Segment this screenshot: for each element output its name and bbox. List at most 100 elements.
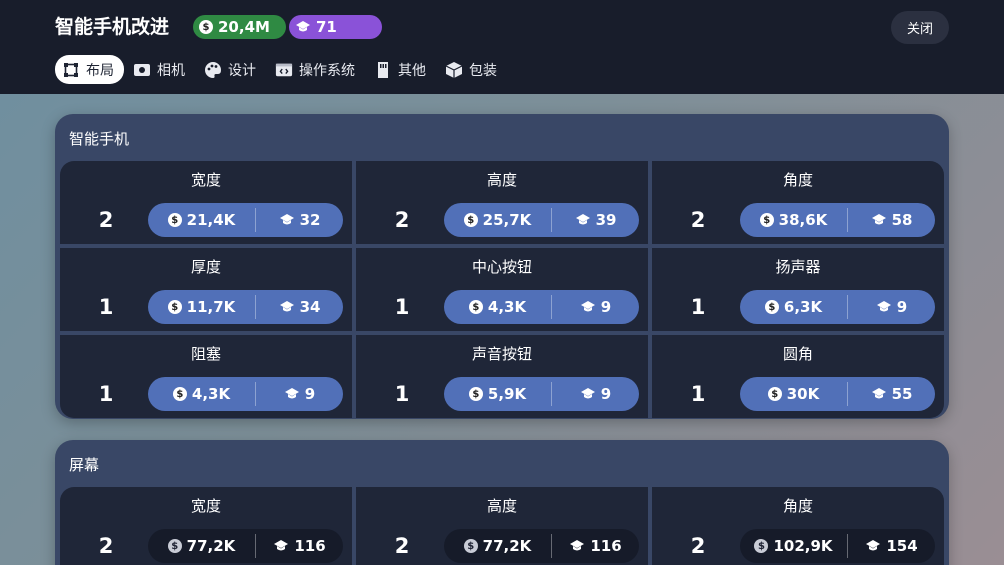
upgrade-cost: $30K — [740, 385, 847, 403]
upgrade-points: 58 — [848, 211, 935, 229]
upgrade-cost: $102,9K — [740, 537, 847, 555]
tab-label: 其他 — [398, 62, 426, 79]
upgrade-cost: $21,4K — [148, 211, 255, 229]
upgrade-button[interactable]: $6,3K 9 — [740, 290, 935, 324]
coin-icon: $ — [167, 213, 182, 227]
upgrade-button[interactable]: $30K 55 — [740, 377, 935, 411]
upgrade-points: 9 — [848, 298, 935, 316]
upgrade-points: 32 — [256, 211, 343, 229]
upgrade-card: 高度 2 $25,7K 39 — [356, 161, 648, 244]
tab-design[interactable]: 设计 — [197, 55, 266, 84]
upgrade-level: 2 — [394, 534, 410, 558]
upgrade-level: 2 — [98, 534, 114, 558]
upgrade-button[interactable]: $25,7K 39 — [444, 203, 639, 237]
graduation-cap-icon — [865, 539, 881, 553]
graduation-cap-icon — [871, 387, 887, 401]
upgrade-level: 1 — [394, 295, 410, 319]
upgrade-button[interactable]: $11,7K 34 — [148, 290, 343, 324]
coin-icon: $ — [463, 213, 478, 227]
camera-icon — [133, 61, 151, 79]
section-title: 屏幕 — [69, 456, 100, 474]
points-value: 58 — [891, 211, 913, 229]
upgrade-button[interactable]: $5,9K 9 — [444, 377, 639, 411]
upgrade-button[interactable]: $4,3K 9 — [148, 377, 343, 411]
upgrade-cost: $11,7K — [148, 298, 255, 316]
upgrade-button[interactable]: $77,2K 116 — [148, 529, 343, 563]
close-button[interactable]: 关闭 — [891, 11, 949, 44]
money-badge: $ 20,4M — [193, 15, 286, 39]
upgrade-button[interactable]: $102,9K 154 — [740, 529, 935, 563]
coin-icon: $ — [468, 300, 483, 314]
upgrade-points: 55 — [848, 385, 935, 403]
upgrade-name: 圆角 — [782, 345, 813, 363]
palette-icon — [204, 61, 222, 79]
graduation-cap-icon — [580, 387, 596, 401]
section-screen: 屏幕 宽度 2 $77,2K 116 高度 2 $77,2K 116 角度 2 $102,9K 154 — [55, 440, 949, 565]
category-tabs: 布局 相机 设计 操作系统 其他 包装 — [55, 55, 509, 84]
graduation-cap-icon — [575, 213, 591, 227]
upgrade-name: 高度 — [486, 171, 517, 189]
upgrade-cost: $4,3K — [444, 298, 551, 316]
cost-value: 102,9K — [773, 537, 833, 555]
upgrade-card: 阻塞 1 $4,3K 9 — [60, 335, 352, 418]
upgrade-cost: $6,3K — [740, 298, 847, 316]
upgrade-cost: $77,2K — [444, 537, 551, 555]
upgrade-name: 角度 — [782, 171, 813, 189]
graduation-cap-icon — [273, 539, 289, 553]
coin-icon: $ — [468, 387, 483, 401]
upgrade-button[interactable]: $4,3K 9 — [444, 290, 639, 324]
upgrade-cost: $77,2K — [148, 537, 255, 555]
coin-icon: $ — [463, 539, 478, 553]
upgrade-button[interactable]: $21,4K 32 — [148, 203, 343, 237]
page-title: 智能手机改进 — [55, 16, 170, 38]
upgrade-card: 厚度 1 $11,7K 34 — [60, 248, 352, 331]
tab-layout[interactable]: 布局 — [55, 55, 124, 84]
upgrade-card: 扬声器 1 $6,3K 9 — [652, 248, 944, 331]
upgrade-cost: $38,6K — [740, 211, 847, 229]
tab-camera[interactable]: 相机 — [126, 55, 195, 84]
coin-icon: $ — [759, 213, 774, 227]
tab-os[interactable]: 操作系统 — [268, 55, 365, 84]
cost-value: 6,3K — [783, 298, 823, 316]
cost-value: 21,4K — [186, 211, 236, 229]
upgrade-name: 宽度 — [190, 497, 221, 515]
cost-value: 38,6K — [778, 211, 828, 229]
sd-card-icon — [374, 61, 392, 79]
upgrade-name: 宽度 — [190, 171, 221, 189]
cost-value: 77,2K — [482, 537, 532, 555]
cost-value: 25,7K — [482, 211, 532, 229]
upgrade-points: 116 — [256, 537, 343, 555]
cost-value: 4,3K — [191, 385, 231, 403]
points-value: 9 — [304, 385, 316, 403]
tab-packaging[interactable]: 包装 — [438, 55, 507, 84]
upgrade-level: 1 — [690, 295, 706, 319]
cost-value: 30K — [786, 385, 820, 403]
upgrade-card: 声音按钮 1 $5,9K 9 — [356, 335, 648, 418]
upgrade-name: 阻塞 — [190, 345, 221, 363]
points-badge: 71 — [289, 15, 382, 39]
coin-icon: $ — [167, 539, 182, 553]
tab-label: 操作系统 — [299, 62, 355, 79]
points-value: 9 — [600, 385, 612, 403]
coin-icon: $ — [764, 300, 779, 314]
upgrade-button[interactable]: $38,6K 58 — [740, 203, 935, 237]
coin-icon: $ — [172, 387, 187, 401]
upgrade-level: 1 — [690, 382, 706, 406]
tab-other[interactable]: 其他 — [367, 55, 436, 84]
graduation-cap-icon — [580, 300, 596, 314]
tab-label: 相机 — [157, 62, 185, 79]
upgrade-level: 2 — [394, 208, 410, 232]
upgrade-name: 高度 — [486, 497, 517, 515]
upgrade-button[interactable]: $77,2K 116 — [444, 529, 639, 563]
upgrade-card: 宽度 2 $77,2K 116 — [60, 487, 352, 565]
upgrade-card: 圆角 1 $30K 55 — [652, 335, 944, 418]
graduation-cap-icon — [279, 300, 295, 314]
upgrade-points: 154 — [848, 537, 935, 555]
points-value: 116 — [590, 537, 622, 555]
upgrade-level: 2 — [690, 534, 706, 558]
cost-value: 4,3K — [487, 298, 527, 316]
upgrade-card: 角度 2 $102,9K 154 — [652, 487, 944, 565]
tab-label: 布局 — [86, 62, 114, 79]
upgrade-level: 1 — [98, 382, 114, 406]
upgrade-points: 39 — [552, 211, 639, 229]
